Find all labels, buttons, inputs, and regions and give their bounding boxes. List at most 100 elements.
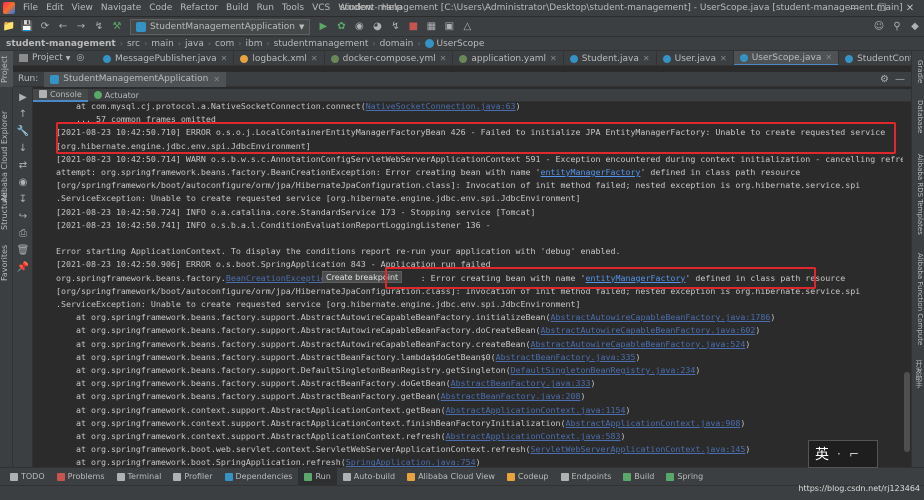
menu-file[interactable]: File — [19, 3, 42, 13]
run-session-tab[interactable]: StudentManagementApplication ✕ — [44, 71, 227, 87]
search-everywhere-icon[interactable]: ⚲ — [888, 18, 906, 36]
minimize-icon[interactable]: — — [840, 0, 868, 17]
bottom-tab-run[interactable]: Run — [298, 467, 337, 486]
console-link[interactable]: DefaultSingletonBeanRegistry.java:234 — [511, 365, 696, 375]
console-link[interactable]: ServletWebServerApplicationContext.java:… — [531, 444, 746, 454]
editor-tab[interactable]: User.java ✕ — [657, 51, 734, 65]
camera-icon[interactable]: ◉ — [13, 174, 33, 191]
close-icon[interactable]: ✕ — [643, 54, 650, 63]
console-link[interactable]: SpringApplication.java:754 — [346, 457, 476, 467]
vtab-favorites[interactable]: Favorites — [0, 241, 13, 285]
structure-icon[interactable]: ▦ — [422, 18, 440, 36]
breadcrumb-item[interactable]: src — [127, 39, 140, 49]
run-icon[interactable]: ▶ — [314, 18, 332, 36]
bottom-tab-spring[interactable]: Spring — [660, 468, 709, 486]
bottom-tab-endpoints[interactable]: Endpoints — [555, 468, 618, 486]
breadcrumb-item[interactable]: UserScope — [437, 39, 485, 49]
run-configuration-selector[interactable]: StudentManagementApplication ▼ — [130, 18, 311, 35]
maximize-icon[interactable]: ☐ — [868, 0, 896, 17]
open-folder-icon[interactable]: 📁 — [0, 18, 18, 36]
console-link[interactable]: AbstractApplicationContext.java:1154 — [446, 405, 626, 415]
close-window-icon[interactable]: ✕ — [896, 0, 924, 17]
bottom-tab-auto-build[interactable]: Auto-build — [337, 468, 401, 486]
menu-run[interactable]: Run — [253, 3, 278, 13]
console-link[interactable]: AbstractApplicationContext.java:908 — [566, 418, 741, 428]
add-user-icon[interactable]: ☺ — [870, 18, 888, 36]
menu-vcs[interactable]: VCS — [308, 3, 334, 13]
vtab-dev-assistant[interactable]: 开发助手 — [911, 357, 924, 391]
profile-icon[interactable]: ◕ — [368, 18, 386, 36]
console-link[interactable]: AbstractApplicationContext.java:583 — [446, 431, 621, 441]
breadcrumb-item[interactable]: java — [185, 39, 204, 49]
menu-edit[interactable]: Edit — [42, 3, 67, 13]
scroll-down-icon[interactable]: ↓ — [13, 140, 33, 157]
vcs-icon[interactable]: ↯ — [90, 18, 108, 36]
editor-tab[interactable]: logback.xml ✕ — [234, 51, 325, 65]
console-link[interactable]: AbstractBeanFactory.java:335 — [496, 352, 636, 362]
hide-panel-icon[interactable]: — — [895, 74, 905, 85]
breadcrumb-item[interactable]: studentmanagement — [274, 39, 369, 49]
attach-icon[interactable]: ↯ — [386, 18, 404, 36]
menu-refactor[interactable]: Refactor — [176, 3, 222, 13]
console-link[interactable]: NativeSocketConnection.java:63 — [366, 102, 516, 111]
settings-wrench-icon[interactable]: 🔧 — [13, 123, 33, 140]
console-link[interactable]: AbstractAutowireCapableBeanFactory.java:… — [541, 325, 756, 335]
tab-console[interactable]: Console — [33, 88, 88, 102]
menu-code[interactable]: Code — [145, 3, 176, 13]
console-link[interactable]: AbstractAutowireCapableBeanFactory.java:… — [551, 312, 771, 322]
rerun-icon[interactable]: ▶ — [13, 89, 33, 106]
menu-navigate[interactable]: Navigate — [97, 3, 145, 13]
gear-icon[interactable]: ⚙ — [880, 74, 889, 85]
breadcrumb-item[interactable]: main — [151, 39, 174, 49]
project-structure-icon[interactable]: ▣ — [440, 18, 458, 36]
soft-wrap-icon[interactable]: ⇄ — [13, 157, 33, 174]
breadcrumb-item[interactable]: domain — [380, 39, 414, 49]
forward-arrow-icon[interactable]: → — [72, 18, 90, 36]
close-icon[interactable]: ✕ — [213, 75, 220, 84]
delete-icon[interactable]: 🗑 — [13, 242, 33, 259]
console-output[interactable]: at org.springframework.boot.SpringApplic… — [33, 102, 911, 467]
project-tool-tab[interactable]: Project ▼ ◎ — [13, 51, 97, 66]
editor-tab[interactable]: application.yaml ✕ — [453, 51, 564, 65]
code-with-me-icon[interactable]: △ — [458, 18, 476, 36]
close-icon[interactable]: ✕ — [825, 53, 832, 62]
ide-logo-icon[interactable]: ◆ — [906, 18, 924, 36]
bottom-tab-alibaba-cloud-view[interactable]: Alibaba Cloud View — [401, 468, 501, 486]
bottom-tab-codeup[interactable]: Codeup — [501, 468, 555, 486]
bottom-tab-profiler[interactable]: Profiler — [167, 468, 218, 486]
close-icon[interactable]: ✕ — [221, 54, 228, 63]
ime-indicator[interactable]: 英 · ⌐ — [808, 440, 878, 468]
tab-actuator[interactable]: Actuator — [88, 89, 145, 102]
console-link[interactable]: entityManagerFactory — [541, 167, 641, 177]
vtab-project[interactable]: Project — [0, 51, 13, 87]
coverage-icon[interactable]: ◉ — [350, 18, 368, 36]
vtab-gradle[interactable]: Gradle — [911, 55, 924, 89]
bottom-tab-dependencies[interactable]: Dependencies — [219, 468, 299, 486]
bottom-tab-build[interactable]: Build — [617, 468, 660, 486]
debug-icon[interactable]: ✿ — [332, 18, 350, 36]
login-icon[interactable]: ↪ — [13, 208, 33, 225]
editor-tab[interactable]: UserScope.java ✕ — [733, 51, 840, 65]
close-icon[interactable]: ✕ — [311, 54, 318, 63]
print-icon[interactable]: ⎙ — [13, 225, 33, 242]
scroll-up-icon[interactable]: ↑ — [13, 106, 33, 123]
console-scrollbar[interactable] — [903, 102, 911, 467]
pin-icon[interactable]: 📌 — [13, 259, 33, 276]
vtab-alibaba-function-compute[interactable]: Alibaba Function Compute — [911, 249, 924, 349]
bottom-tab-terminal[interactable]: Terminal — [111, 468, 168, 486]
breadcrumb-item[interactable]: com — [215, 39, 234, 49]
console-link[interactable]: AbstractBeanFactory.java:333 — [451, 378, 591, 388]
breadcrumb-item[interactable]: student-management — [6, 39, 116, 49]
bottom-tab-todo[interactable]: TODO — [4, 468, 51, 486]
breadcrumb-item[interactable]: ibm — [245, 39, 262, 49]
build-hammer-icon[interactable]: ⚒ — [108, 18, 126, 36]
back-arrow-icon[interactable]: ← — [54, 18, 72, 36]
editor-tab[interactable]: StudentController.java✕ — [839, 51, 911, 65]
editor-tab[interactable]: MessagePublisher.java ✕ — [97, 51, 235, 65]
vtab-database[interactable]: Database — [911, 95, 924, 139]
console-link[interactable]: BeanCreationException — [226, 273, 331, 283]
scroll-to-end-icon[interactable]: ↧ — [13, 191, 33, 208]
close-icon[interactable]: ✕ — [440, 54, 447, 63]
vtab-structure[interactable]: Structure — [0, 189, 13, 233]
console-link[interactable]: entityManagerFactory — [586, 273, 686, 283]
